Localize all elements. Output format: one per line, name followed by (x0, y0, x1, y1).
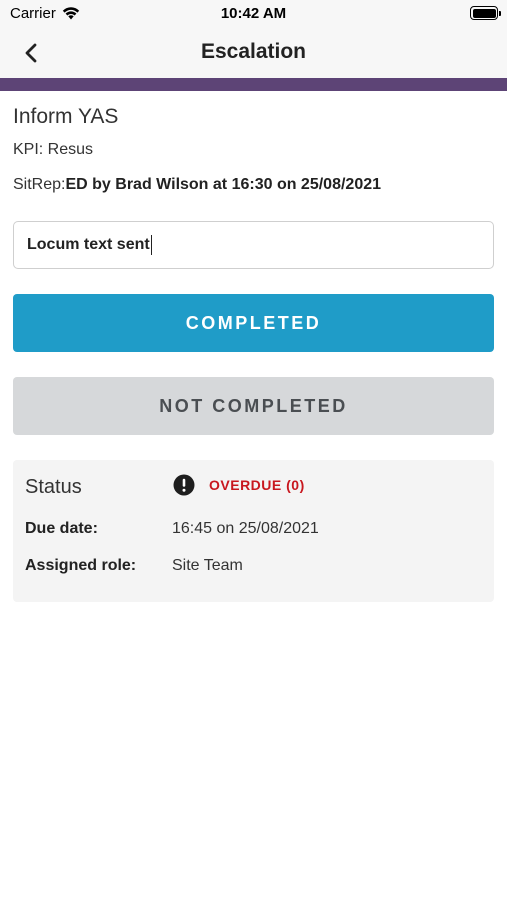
sitrep-value: ED by Brad Wilson at 16:30 on 25/08/2021 (65, 176, 382, 193)
assigned-role-value: Site Team (172, 557, 243, 574)
status-indicator: OVERDUE (0) (173, 474, 305, 496)
status-card: Status OVERDUE (0) Due date: 16:45 on 25… (13, 460, 494, 602)
note-input[interactable]: Locum text sent (13, 221, 494, 269)
note-input-value: Locum text sent (27, 236, 150, 253)
exclamation-circle-icon (173, 474, 195, 496)
status-label: Status (25, 476, 82, 498)
status-bar: Carrier 10:42 AM (0, 0, 507, 28)
status-bar-time: 10:42 AM (220, 5, 287, 22)
status-value: OVERDUE (0) (209, 477, 305, 493)
page-title: Escalation (200, 40, 307, 63)
due-date-value: 16:45 on 25/08/2021 (172, 520, 319, 537)
kpi-text: KPI: Resus (13, 141, 94, 158)
sitrep-label: SitRep: (13, 176, 66, 193)
accent-stripe (0, 78, 507, 91)
text-caret (150, 235, 152, 255)
completed-button[interactable]: COMPLETED (13, 294, 494, 352)
due-date-label: Due date: (25, 520, 98, 537)
sitrep-text: SitRep:ED by Brad Wilson at 16:30 on 25/… (13, 176, 381, 194)
assigned-role-label: Assigned role: (25, 557, 137, 574)
not-completed-button[interactable]: NOT COMPLETED (13, 377, 494, 435)
task-title: Inform YAS (13, 105, 119, 128)
battery-icon (470, 6, 501, 20)
navigation-bar: Escalation (0, 28, 507, 78)
